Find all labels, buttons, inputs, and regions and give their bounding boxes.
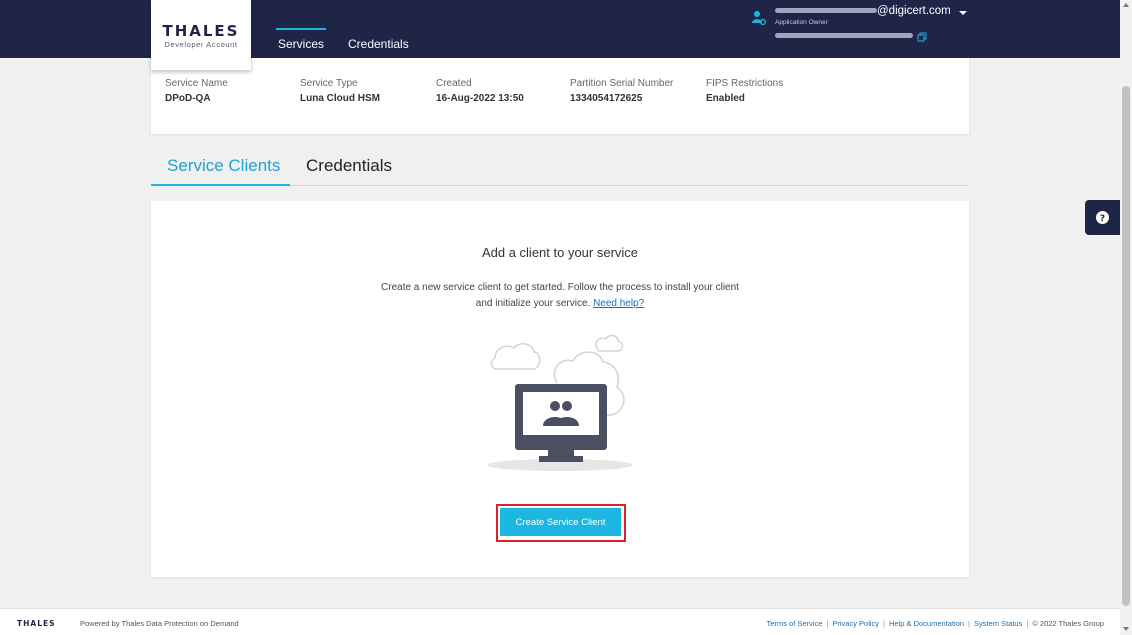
logo-sub-text: Developer Account — [164, 40, 238, 49]
redacted-username — [775, 8, 877, 14]
create-service-client-button[interactable]: Create Service Client — [500, 508, 621, 536]
empty-state-description: Create a new service client to get start… — [381, 282, 739, 309]
field-created: Created 16-Aug-2022 13:50 — [436, 78, 524, 104]
footer-link-help-docs[interactable]: Help & Documentation — [889, 619, 964, 628]
field-service-name: Service Name DPoD-QA — [165, 78, 228, 104]
field-service-type: Service Type Luna Cloud HSM — [300, 78, 380, 104]
user-role: Application Owner — [775, 19, 828, 26]
redacted-account-id — [775, 33, 913, 38]
nav-services[interactable]: Services — [275, 28, 327, 51]
footer-link-terms[interactable]: Terms of Service — [767, 619, 823, 628]
tab-credentials[interactable]: Credentials — [306, 156, 392, 176]
thales-logo[interactable]: THALES Developer Account — [151, 0, 251, 70]
question-icon: ? — [1096, 211, 1109, 224]
footer-link-privacy[interactable]: Privacy Policy — [832, 619, 879, 628]
footer-powered-by: Powered by Thales Data Protection on Dem… — [80, 619, 239, 628]
scrollbar-thumb[interactable] — [1122, 86, 1130, 606]
help-widget[interactable]: ? — [1085, 200, 1120, 235]
top-header: THALES Developer Account Services Creden… — [0, 0, 1120, 70]
page-footer: THALES Powered by Thales Data Protection… — [0, 608, 1120, 635]
scroll-up-arrow-icon[interactable] — [1123, 3, 1129, 7]
logo-main-text: THALES — [162, 22, 240, 40]
service-clients-panel: Add a client to your service Create a ne… — [151, 201, 969, 577]
footer-logo: THALES — [17, 619, 56, 628]
empty-state-title: Add a client to your service — [481, 245, 639, 260]
field-fips: FIPS Restrictions Enabled — [706, 78, 784, 104]
need-help-link[interactable]: Need help? — [593, 298, 644, 309]
user-email: @digicert.com — [775, 5, 951, 17]
footer-copyright: © 2022 Thales Group — [1032, 619, 1104, 628]
active-tab-indicator — [151, 184, 290, 186]
svg-text:?: ? — [1100, 214, 1105, 224]
footer-link-system-status[interactable]: System Status — [974, 619, 1022, 628]
service-info-card: Service Name DPoD-QA Service Type Luna C… — [151, 58, 969, 134]
nav-credentials[interactable]: Credentials — [348, 37, 409, 51]
chevron-down-icon[interactable] — [958, 10, 968, 17]
scroll-down-arrow-icon[interactable] — [1123, 627, 1129, 631]
field-partition-serial: Partition Serial Number 1334054172625 — [570, 78, 674, 104]
service-tabs: Service Clients Credentials — [151, 150, 969, 186]
vertical-scrollbar[interactable] — [1120, 0, 1132, 635]
tab-service-clients[interactable]: Service Clients — [167, 156, 280, 176]
user-icon — [752, 11, 766, 26]
monitor-clients-illustration — [487, 334, 633, 471]
copy-icon[interactable] — [917, 32, 927, 42]
footer-links: Terms of Service | Privacy Policy | Help & D… — [766, 619, 1104, 628]
